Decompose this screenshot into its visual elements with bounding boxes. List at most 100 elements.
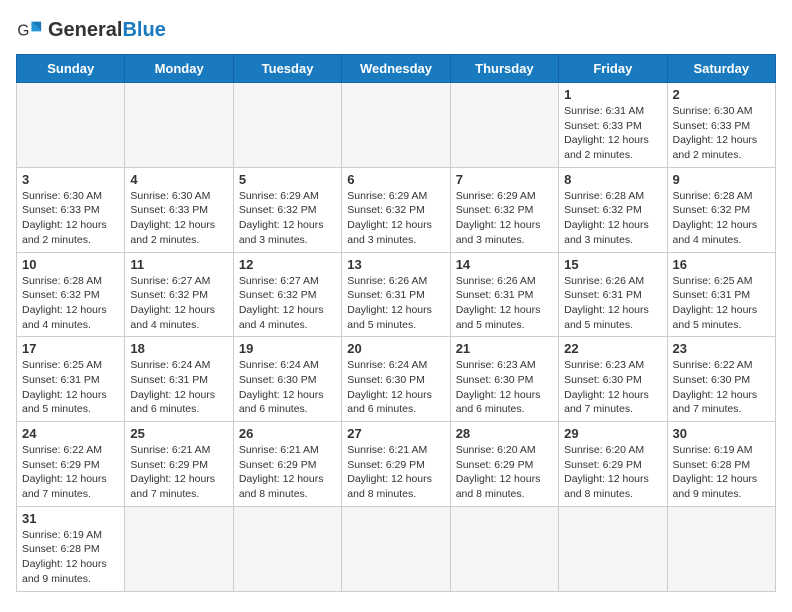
day-number: 1 [564,87,661,102]
day-info: Sunrise: 6:24 AM Sunset: 6:30 PM Dayligh… [239,358,336,417]
day-number: 2 [673,87,770,102]
calendar-cell [17,83,125,168]
day-info: Sunrise: 6:19 AM Sunset: 6:28 PM Dayligh… [22,528,119,587]
day-info: Sunrise: 6:30 AM Sunset: 6:33 PM Dayligh… [130,189,227,248]
calendar-cell: 31 Sunrise: 6:19 AM Sunset: 6:28 PM Dayli… [17,506,125,591]
day-number: 13 [347,257,444,272]
logo-text: GeneralBlue [48,19,166,42]
day-number: 25 [130,426,227,441]
day-info: Sunrise: 6:21 AM Sunset: 6:29 PM Dayligh… [130,443,227,502]
day-number: 6 [347,172,444,187]
day-number: 10 [22,257,119,272]
page-header: G GeneralBlue [16,16,776,44]
day-info: Sunrise: 6:26 AM Sunset: 6:31 PM Dayligh… [564,274,661,333]
weekday-header: Thursday [450,55,558,83]
day-info: Sunrise: 6:21 AM Sunset: 6:29 PM Dayligh… [347,443,444,502]
calendar-cell [233,83,341,168]
day-number: 11 [130,257,227,272]
weekday-header: Sunday [17,55,125,83]
day-info: Sunrise: 6:22 AM Sunset: 6:30 PM Dayligh… [673,358,770,417]
day-info: Sunrise: 6:22 AM Sunset: 6:29 PM Dayligh… [22,443,119,502]
day-info: Sunrise: 6:28 AM Sunset: 6:32 PM Dayligh… [673,189,770,248]
day-number: 23 [673,341,770,356]
day-number: 14 [456,257,553,272]
calendar-cell: 28 Sunrise: 6:20 AM Sunset: 6:29 PM Dayli… [450,422,558,507]
day-info: Sunrise: 6:28 AM Sunset: 6:32 PM Dayligh… [564,189,661,248]
calendar-cell [450,83,558,168]
calendar-cell: 22 Sunrise: 6:23 AM Sunset: 6:30 PM Dayli… [559,337,667,422]
day-number: 4 [130,172,227,187]
calendar-cell: 23 Sunrise: 6:22 AM Sunset: 6:30 PM Dayli… [667,337,775,422]
calendar-cell: 12Sunrise: 6:27 AM Sunset: 6:32 PM Dayli… [233,252,341,337]
day-number: 12 [239,257,336,272]
day-info: Sunrise: 6:20 AM Sunset: 6:29 PM Dayligh… [456,443,553,502]
day-number: 21 [456,341,553,356]
calendar-cell [125,506,233,591]
day-number: 24 [22,426,119,441]
calendar-cell: 26Sunrise: 6:21 AM Sunset: 6:29 PM Dayli… [233,422,341,507]
day-number: 3 [22,172,119,187]
day-number: 20 [347,341,444,356]
day-number: 30 [673,426,770,441]
day-info: Sunrise: 6:25 AM Sunset: 6:31 PM Dayligh… [673,274,770,333]
weekday-header: Wednesday [342,55,450,83]
day-info: Sunrise: 6:29 AM Sunset: 6:32 PM Dayligh… [239,189,336,248]
calendar-cell: 27 Sunrise: 6:21 AM Sunset: 6:29 PM Dayli… [342,422,450,507]
day-number: 7 [456,172,553,187]
day-info: Sunrise: 6:25 AM Sunset: 6:31 PM Dayligh… [22,358,119,417]
day-number: 28 [456,426,553,441]
weekday-header: Friday [559,55,667,83]
calendar-cell: 6 Sunrise: 6:29 AM Sunset: 6:32 PM Daylig… [342,167,450,252]
day-number: 17 [22,341,119,356]
day-info: Sunrise: 6:19 AM Sunset: 6:28 PM Dayligh… [673,443,770,502]
weekday-header: Saturday [667,55,775,83]
calendar-cell: 24 Sunrise: 6:22 AM Sunset: 6:29 PM Dayli… [17,422,125,507]
calendar-week-row: 24 Sunrise: 6:22 AM Sunset: 6:29 PM Dayli… [17,422,776,507]
calendar-cell: 1 Sunrise: 6:31 AM Sunset: 6:33 PM Daylig… [559,83,667,168]
day-number: 31 [22,511,119,526]
calendar-cell: 15Sunrise: 6:26 AM Sunset: 6:31 PM Dayli… [559,252,667,337]
day-number: 22 [564,341,661,356]
day-number: 19 [239,341,336,356]
calendar-cell: 14 Sunrise: 6:26 AM Sunset: 6:31 PM Dayli… [450,252,558,337]
day-info: Sunrise: 6:23 AM Sunset: 6:30 PM Dayligh… [564,358,661,417]
day-number: 9 [673,172,770,187]
weekday-header: Monday [125,55,233,83]
calendar-cell [667,506,775,591]
day-info: Sunrise: 6:29 AM Sunset: 6:32 PM Dayligh… [347,189,444,248]
day-info: Sunrise: 6:20 AM Sunset: 6:29 PM Dayligh… [564,443,661,502]
calendar-cell: 9 Sunrise: 6:28 AM Sunset: 6:32 PM Daylig… [667,167,775,252]
calendar-cell [559,506,667,591]
calendar-cell: 13Sunrise: 6:26 AM Sunset: 6:31 PM Dayli… [342,252,450,337]
calendar-cell: 7Sunrise: 6:29 AM Sunset: 6:32 PM Daylig… [450,167,558,252]
calendar-week-row: 3 Sunrise: 6:30 AM Sunset: 6:33 PM Daylig… [17,167,776,252]
calendar-cell: 3 Sunrise: 6:30 AM Sunset: 6:33 PM Daylig… [17,167,125,252]
day-info: Sunrise: 6:24 AM Sunset: 6:31 PM Dayligh… [130,358,227,417]
calendar-cell: 5 Sunrise: 6:29 AM Sunset: 6:32 PM Daylig… [233,167,341,252]
day-info: Sunrise: 6:30 AM Sunset: 6:33 PM Dayligh… [22,189,119,248]
calendar-header-row: SundayMondayTuesdayWednesdayThursdayFrid… [17,55,776,83]
calendar: SundayMondayTuesdayWednesdayThursdayFrid… [16,54,776,592]
calendar-cell: 2 Sunrise: 6:30 AM Sunset: 6:33 PM Daylig… [667,83,775,168]
day-info: Sunrise: 6:27 AM Sunset: 6:32 PM Dayligh… [130,274,227,333]
day-number: 27 [347,426,444,441]
day-info: Sunrise: 6:26 AM Sunset: 6:31 PM Dayligh… [456,274,553,333]
day-info: Sunrise: 6:31 AM Sunset: 6:33 PM Dayligh… [564,104,661,163]
calendar-week-row: 31 Sunrise: 6:19 AM Sunset: 6:28 PM Dayli… [17,506,776,591]
logo: G GeneralBlue [16,16,166,44]
calendar-cell: 8Sunrise: 6:28 AM Sunset: 6:32 PM Daylig… [559,167,667,252]
calendar-cell: 21Sunrise: 6:23 AM Sunset: 6:30 PM Dayli… [450,337,558,422]
day-number: 26 [239,426,336,441]
day-number: 16 [673,257,770,272]
day-info: Sunrise: 6:30 AM Sunset: 6:33 PM Dayligh… [673,104,770,163]
day-number: 18 [130,341,227,356]
calendar-week-row: 1 Sunrise: 6:31 AM Sunset: 6:33 PM Daylig… [17,83,776,168]
calendar-week-row: 17 Sunrise: 6:25 AM Sunset: 6:31 PM Dayli… [17,337,776,422]
day-info: Sunrise: 6:28 AM Sunset: 6:32 PM Dayligh… [22,274,119,333]
calendar-cell [342,83,450,168]
day-number: 5 [239,172,336,187]
calendar-cell: 19 Sunrise: 6:24 AM Sunset: 6:30 PM Dayli… [233,337,341,422]
calendar-cell: 30 Sunrise: 6:19 AM Sunset: 6:28 PM Dayli… [667,422,775,507]
calendar-week-row: 10 Sunrise: 6:28 AM Sunset: 6:32 PM Dayli… [17,252,776,337]
calendar-cell [125,83,233,168]
